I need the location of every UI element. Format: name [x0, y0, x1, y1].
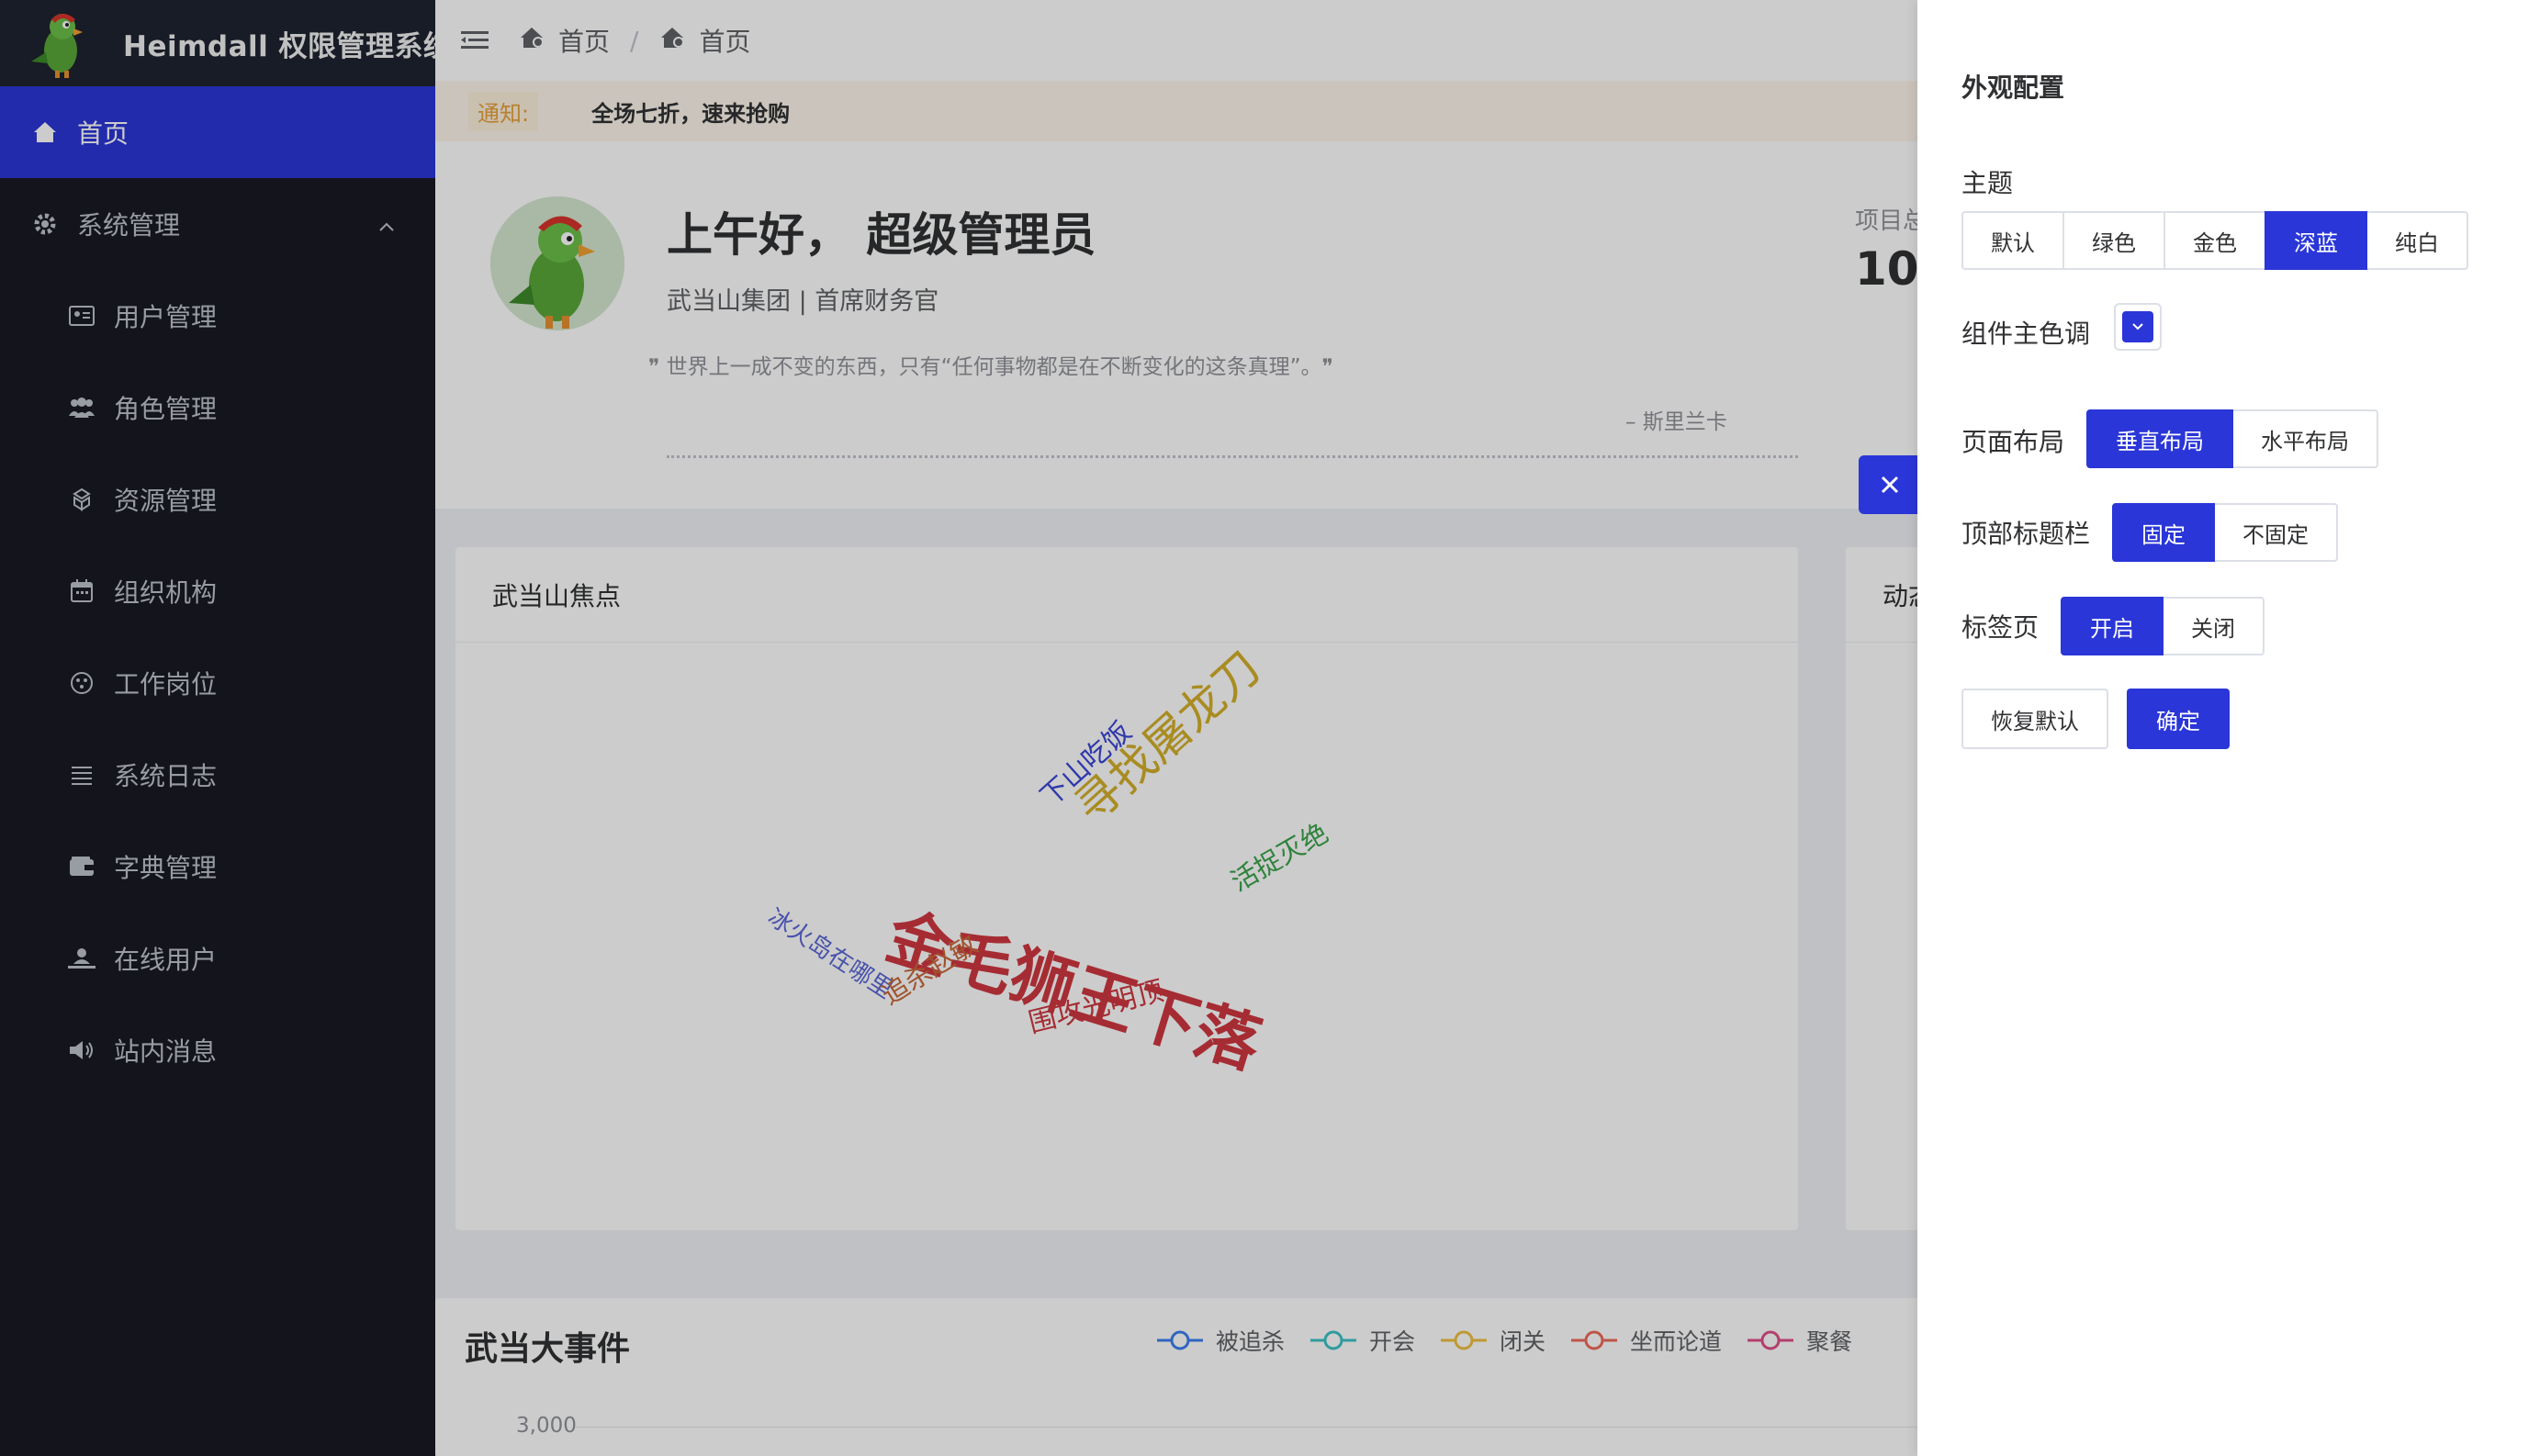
header-option-fixed[interactable]: 固定	[2112, 503, 2215, 562]
close-icon	[1881, 476, 1899, 494]
drawer-title: 外观配置	[1961, 73, 2065, 103]
theme-selector: 默认 绿色 金色 深蓝 纯白	[1961, 211, 2468, 270]
color-swatch	[2122, 311, 2153, 342]
theme-label: 主题	[1961, 168, 2014, 198]
tabs-option-off[interactable]: 关闭	[2162, 597, 2265, 655]
appearance-drawer: 外观配置 主题 默认 绿色 金色 深蓝 纯白 组件主色调 页面布局 垂直布局 水…	[1917, 0, 2540, 1456]
header-bar-selector: 固定 不固定	[2112, 503, 2338, 562]
chevron-down-icon	[2132, 323, 2143, 330]
primary-color-picker[interactable]	[2114, 303, 2162, 351]
layout-option-horizontal[interactable]: 水平布局	[2231, 409, 2378, 468]
layout-label: 页面布局	[1961, 427, 2065, 457]
primary-color-label: 组件主色调	[1961, 319, 2091, 349]
layout-selector: 垂直布局 水平布局	[2086, 409, 2378, 468]
tabs-selector: 开启 关闭	[2061, 597, 2265, 655]
theme-option-white[interactable]: 纯白	[2366, 211, 2468, 270]
tabs-label: 标签页	[1961, 612, 2040, 643]
tabs-option-on[interactable]: 开启	[2061, 597, 2163, 655]
modal-overlay[interactable]	[0, 0, 1921, 1456]
theme-option-deep-blue[interactable]: 深蓝	[2265, 211, 2367, 270]
theme-option-green[interactable]: 绿色	[2062, 211, 2165, 270]
layout-option-vertical[interactable]: 垂直布局	[2086, 409, 2233, 468]
header-option-unfixed[interactable]: 不固定	[2213, 503, 2338, 562]
confirm-button[interactable]: 确定	[2127, 689, 2230, 749]
theme-option-default[interactable]: 默认	[1961, 211, 2064, 270]
close-drawer-button[interactable]	[1859, 455, 1921, 514]
reset-default-button[interactable]: 恢复默认	[1961, 689, 2108, 749]
theme-option-gold[interactable]: 金色	[2163, 211, 2266, 270]
header-bar-label: 顶部标题栏	[1961, 519, 2091, 549]
